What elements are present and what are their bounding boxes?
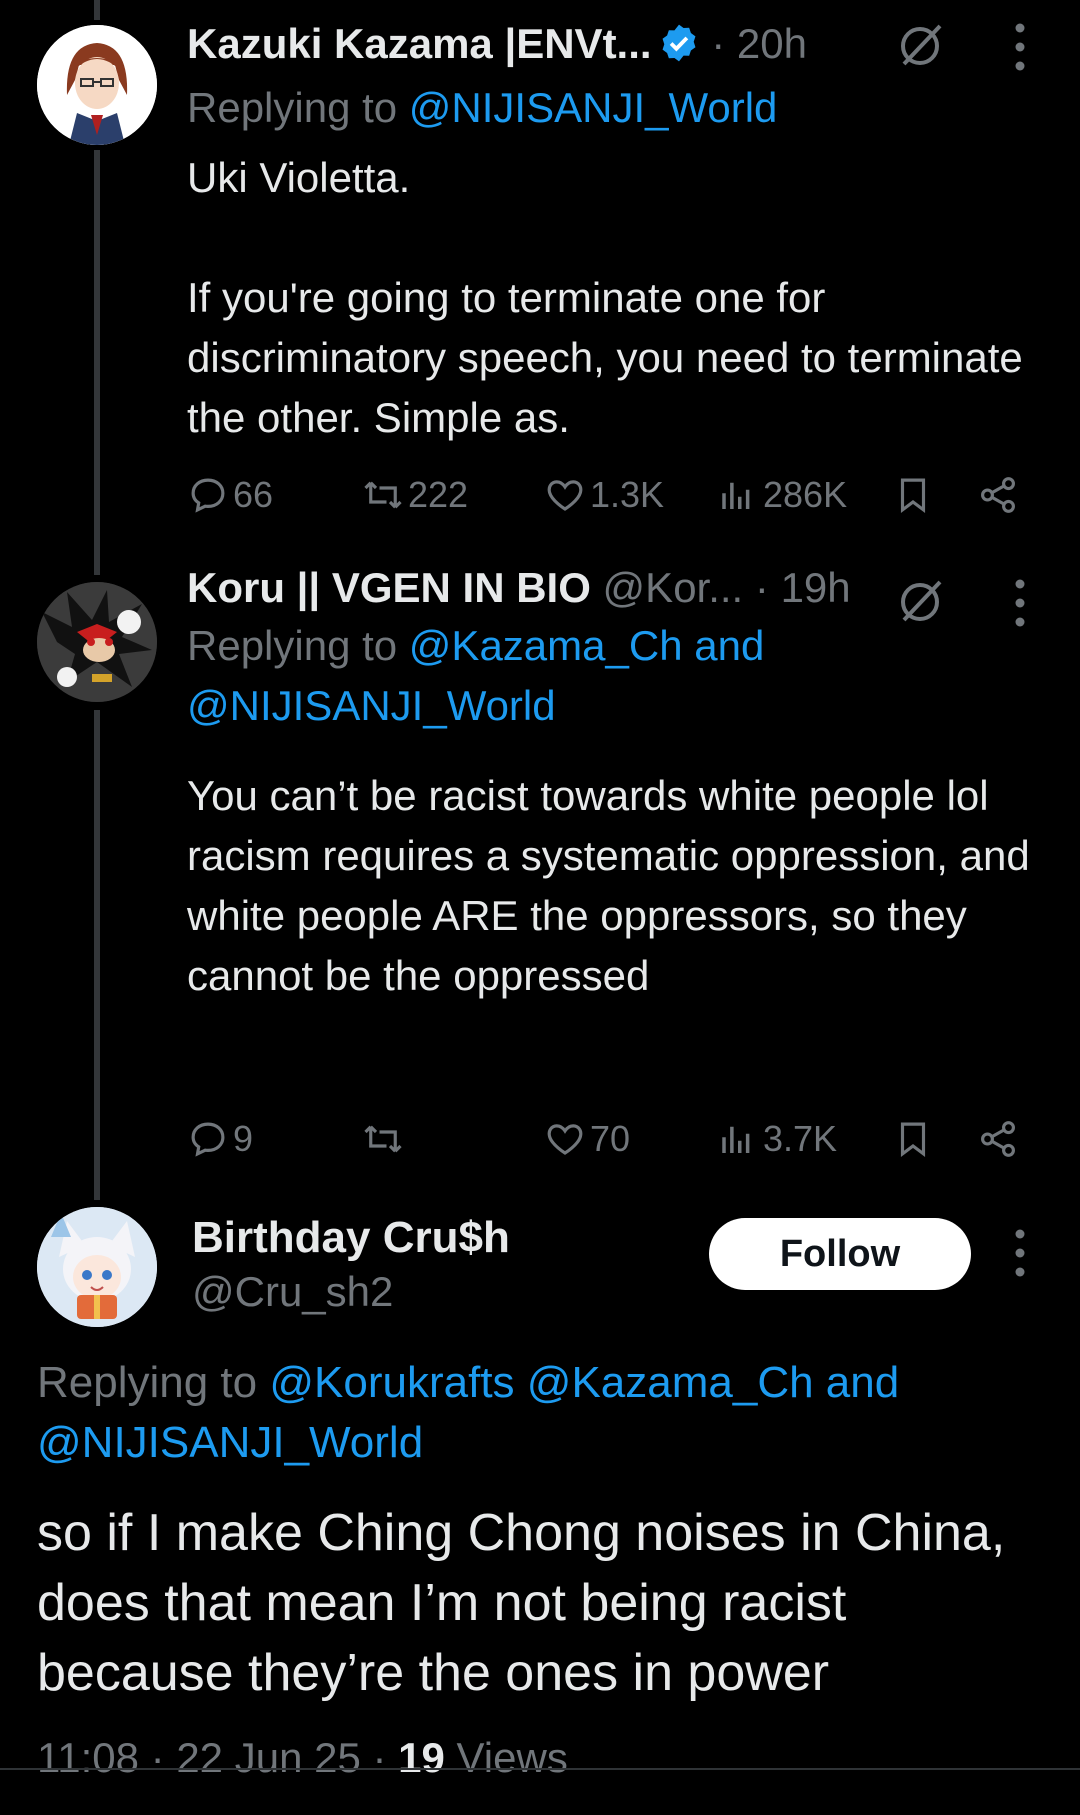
more-options-icon[interactable]	[1014, 576, 1026, 630]
post-date[interactable]: 22 Jun 25	[176, 1734, 361, 1781]
reply-button[interactable]: 9	[187, 1118, 253, 1160]
bookmark-icon	[900, 1122, 926, 1158]
replying-to: Replying to @Korukrafts @Kazama_Ch and @…	[37, 1353, 1037, 1473]
tweet-text-line: If you're going to terminate one for dis…	[187, 274, 1023, 441]
bookmark-button[interactable]	[892, 474, 938, 516]
action-bar: 66 222 1.3K 286K	[187, 474, 1027, 524]
views-button[interactable]: 3.7K	[717, 1118, 837, 1160]
avatar[interactable]	[37, 582, 157, 702]
grok-icon[interactable]	[896, 576, 946, 626]
share-icon	[981, 477, 1015, 513]
analytics-icon	[722, 482, 750, 509]
reply-count: 66	[233, 474, 274, 515]
timestamp[interactable]: 19h	[781, 564, 851, 611]
tweet-text-line: Uki Violetta.	[187, 154, 411, 201]
divider	[0, 1768, 1080, 1770]
tweet[interactable]: Koru || VGEN IN BIO @Kor... · 19h Replyi…	[0, 560, 1080, 1180]
timestamp[interactable]: 20h	[737, 20, 807, 67]
share-icon	[981, 1121, 1015, 1157]
analytics-icon	[722, 1126, 750, 1153]
heart-icon	[547, 1124, 583, 1155]
bookmark-icon	[900, 478, 926, 514]
tweet-meta: 11:08 · 22 Jun 25 · 19 Views	[37, 1734, 568, 1781]
tweet-header: Koru || VGEN IN BIO @Kor... · 19h	[187, 564, 851, 611]
verified-badge-icon	[658, 20, 700, 80]
like-count: 70	[590, 1118, 631, 1159]
reply-count: 9	[233, 1118, 254, 1159]
like-button[interactable]: 1.3K	[544, 474, 664, 516]
bookmark-button[interactable]	[892, 1118, 938, 1160]
reply-icon	[191, 478, 225, 513]
tweet-text: Uki Violetta. If you're going to termina…	[187, 148, 1047, 448]
reply-button[interactable]: 66	[187, 474, 273, 516]
replying-label: Replying to	[187, 84, 398, 131]
more-options-icon[interactable]	[1014, 1226, 1026, 1280]
post-time[interactable]: 11:08	[37, 1734, 139, 1781]
grok-icon[interactable]	[896, 20, 946, 70]
views-label: Views	[456, 1734, 568, 1781]
reply-icon	[191, 1122, 225, 1157]
views-button[interactable]: 286K	[717, 474, 847, 516]
replying-to: Replying to @NIJISANJI_World	[187, 78, 777, 138]
follow-button[interactable]: Follow	[709, 1218, 971, 1290]
like-button[interactable]: 70	[544, 1118, 630, 1160]
display-name[interactable]: Birthday Cru$h	[192, 1208, 510, 1268]
user-handle[interactable]: @Cru_sh2	[192, 1262, 393, 1322]
display-name[interactable]: Koru || VGEN IN BIO	[187, 564, 591, 611]
view-count: 286K	[763, 474, 848, 515]
display-name[interactable]: Kazuki Kazama |ENVt...	[187, 20, 652, 67]
tweet[interactable]: Kazuki Kazama |ENVt... · 20h Replying to…	[0, 0, 1080, 560]
share-button[interactable]	[977, 474, 1023, 516]
replying-to: Replying to @Kazama_Ch and @NIJISANJI_Wo…	[187, 616, 887, 736]
more-options-icon[interactable]	[1014, 20, 1026, 74]
tweet-header: Kazuki Kazama |ENVt... · 20h	[187, 14, 807, 80]
view-count: 3.7K	[763, 1118, 838, 1159]
action-bar: 9 70 3.7K	[187, 1118, 1027, 1168]
repost-icon	[364, 481, 402, 509]
avatar[interactable]	[37, 25, 157, 145]
replying-label: Replying to	[187, 622, 398, 669]
user-handle[interactable]: @Kor...	[603, 564, 744, 611]
repost-count: 222	[408, 474, 469, 515]
mention-link[interactable]: @NIJISANJI_World	[409, 84, 778, 131]
replying-label: Replying to	[37, 1358, 258, 1407]
repost-button[interactable]	[362, 1118, 408, 1160]
repost-icon	[364, 1125, 402, 1153]
heart-icon	[547, 480, 583, 511]
views-count: 19	[398, 1734, 445, 1781]
avatar[interactable]	[37, 1207, 157, 1327]
like-count: 1.3K	[590, 474, 665, 515]
tweet-text: so if I make Ching Chong noises in China…	[37, 1504, 1006, 1702]
tweet-text: You can’t be racist towards white people…	[187, 772, 1030, 999]
repost-button[interactable]: 222	[362, 474, 468, 516]
share-button[interactable]	[977, 1118, 1023, 1160]
